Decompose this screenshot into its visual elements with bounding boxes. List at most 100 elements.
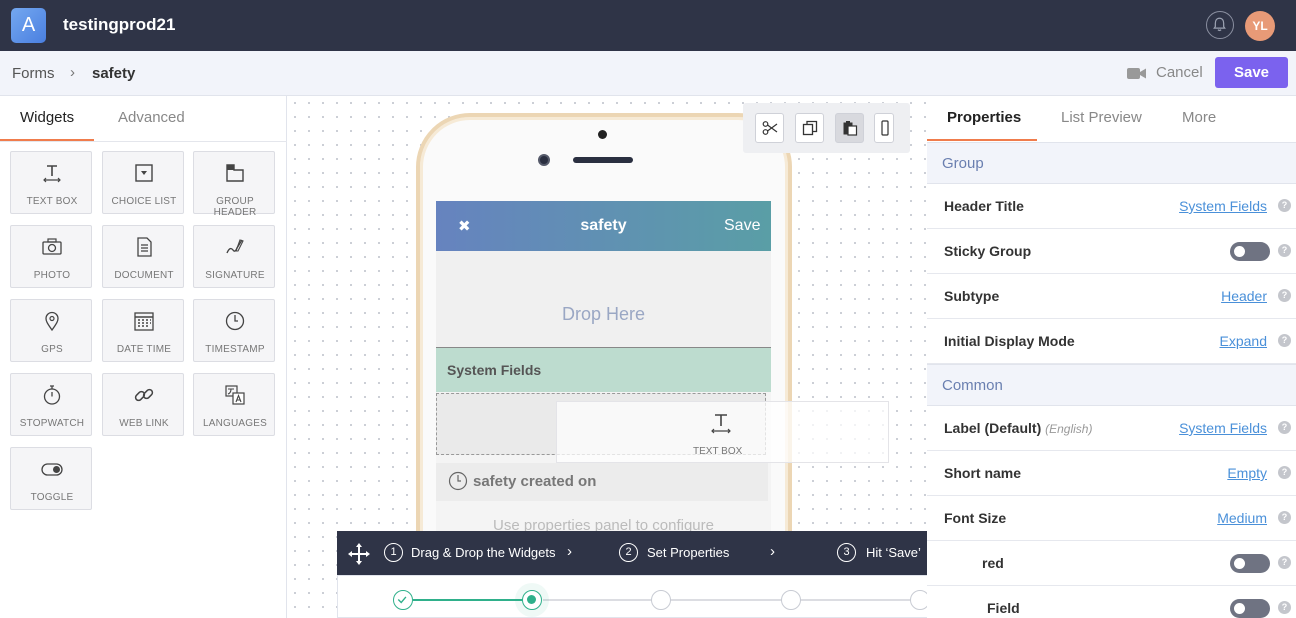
- prop-label: Sticky Group: [944, 243, 1032, 259]
- toggle-icon: [11, 458, 93, 480]
- help-icon[interactable]: ?: [1278, 289, 1291, 302]
- prop-label: Label (Default) (English): [944, 420, 1092, 436]
- field-toggle[interactable]: [1230, 599, 1270, 618]
- help-icon[interactable]: ?: [1278, 199, 1291, 212]
- properties-panel: Properties List Preview More Group Heade…: [927, 96, 1296, 618]
- tab-divider: [0, 141, 287, 142]
- calendar-icon: [103, 310, 185, 332]
- widgets-panel: Widgets Advanced TEXT BOX CHOICE LIST GR…: [0, 96, 287, 618]
- widget-timestamp[interactable]: TIMESTAMP: [193, 299, 275, 362]
- camera-icon: [11, 236, 93, 258]
- help-icon[interactable]: ?: [1278, 334, 1291, 347]
- widget-label: GROUP HEADER: [213, 196, 257, 218]
- tab-list-preview[interactable]: List Preview: [1061, 109, 1142, 126]
- phone-camera: [538, 154, 550, 166]
- widget-group-header[interactable]: GROUP HEADER: [193, 151, 275, 218]
- prop-label: Header Title: [944, 198, 1024, 214]
- save-button[interactable]: Save: [1215, 57, 1288, 88]
- form-save-button[interactable]: Save: [724, 217, 760, 235]
- progress-line-done: [413, 599, 533, 601]
- prop-label: Short name: [944, 465, 1022, 481]
- prop-header-title: Header Title System Fields ?: [927, 184, 1296, 229]
- drop-zone[interactable]: Drop Here: [436, 251, 771, 348]
- copy-button[interactable]: [795, 113, 824, 143]
- widget-photo[interactable]: PHOTO: [10, 225, 92, 288]
- cut-button[interactable]: [755, 113, 784, 143]
- clock-icon: [194, 310, 276, 332]
- chevron-right-icon: ›: [567, 543, 572, 560]
- breadcrumb-separator: ›: [70, 64, 75, 81]
- widget-date-time[interactable]: DATE TIME: [102, 299, 184, 362]
- notification-bell-icon[interactable]: [1206, 11, 1234, 39]
- subtype-value[interactable]: Header: [1221, 288, 1267, 304]
- help-icon[interactable]: ?: [1278, 244, 1291, 257]
- help-icon[interactable]: ?: [1278, 601, 1291, 614]
- step-1-label: Drag & Drop the Widgets: [411, 545, 556, 560]
- active-tab-indicator: [927, 139, 1037, 141]
- progress-step-1[interactable]: [393, 590, 413, 610]
- video-camera-icon[interactable]: [1127, 67, 1147, 80]
- display-mode-value[interactable]: Expand: [1220, 333, 1267, 349]
- cancel-button[interactable]: Cancel: [1156, 64, 1203, 81]
- device-preview-button[interactable]: [874, 113, 894, 143]
- widget-stopwatch[interactable]: STOPWATCH: [10, 373, 92, 436]
- widget-gps[interactable]: GPS: [10, 299, 92, 362]
- breadcrumb-current: safety: [92, 65, 136, 82]
- user-avatar[interactable]: YL: [1245, 11, 1275, 41]
- prop-label: Subtype: [944, 288, 1000, 304]
- link-icon: [103, 384, 185, 406]
- step-3-label: Hit ‘Save’: [866, 545, 921, 560]
- progress-step-2[interactable]: [522, 590, 542, 610]
- step-2-number: 2: [619, 543, 638, 562]
- field-created-on[interactable]: safety created on: [436, 463, 768, 501]
- widget-label: DATE TIME: [116, 344, 172, 355]
- widget-choice-list[interactable]: CHOICE LIST: [102, 151, 184, 214]
- widget-signature[interactable]: SIGNATURE: [193, 225, 275, 288]
- prop-label: red: [982, 555, 1004, 571]
- header-title-value[interactable]: System Fields: [1179, 198, 1267, 214]
- font-size-value[interactable]: Medium: [1217, 510, 1267, 526]
- breadcrumb-bar: Forms › safety Cancel Save: [0, 51, 1296, 96]
- widget-label: SIGNATURE: [205, 270, 265, 281]
- short-name-value[interactable]: Empty: [1227, 465, 1267, 481]
- tab-properties[interactable]: Properties: [947, 109, 1021, 126]
- widget-label: PHOTO: [33, 270, 71, 281]
- tab-more[interactable]: More: [1182, 109, 1216, 126]
- prop-field: Field ?: [927, 586, 1296, 618]
- prop-label-default: Label (Default) (English) System Fields …: [927, 406, 1296, 451]
- paste-button[interactable]: [835, 113, 864, 143]
- progress-step-3[interactable]: [651, 590, 671, 610]
- help-icon[interactable]: ?: [1278, 556, 1291, 569]
- tab-advanced[interactable]: Advanced: [118, 109, 185, 126]
- breadcrumb-forms[interactable]: Forms: [12, 65, 55, 82]
- required-toggle[interactable]: [1230, 554, 1270, 573]
- help-icon[interactable]: ?: [1278, 511, 1291, 524]
- move-icon[interactable]: [347, 542, 371, 566]
- section-common: Common: [927, 364, 1296, 406]
- prop-subtype: Subtype Header ?: [927, 274, 1296, 319]
- edit-toolbar: [743, 103, 910, 153]
- help-icon[interactable]: ?: [1278, 466, 1291, 479]
- location-pin-icon: [11, 310, 93, 332]
- prop-font-size: Font Size Medium ?: [927, 496, 1296, 541]
- phone-speaker: [573, 157, 633, 163]
- widget-languages[interactable]: LANGUAGES: [193, 373, 275, 436]
- progress-step-4[interactable]: [781, 590, 801, 610]
- prop-required: red ?: [927, 541, 1296, 586]
- widget-document[interactable]: DOCUMENT: [102, 225, 184, 288]
- tab-widgets[interactable]: Widgets: [20, 109, 74, 126]
- app-logo[interactable]: A: [11, 8, 46, 43]
- widget-web-link[interactable]: WEB LINK: [102, 373, 184, 436]
- help-icon[interactable]: ?: [1278, 421, 1291, 434]
- label-default-value[interactable]: System Fields: [1179, 420, 1267, 436]
- group-system-fields[interactable]: System Fields: [436, 348, 771, 392]
- sticky-group-toggle[interactable]: [1230, 242, 1270, 261]
- widget-text-box[interactable]: TEXT BOX: [10, 151, 92, 214]
- widget-label: GPS: [41, 344, 63, 355]
- dragging-widget-text-box[interactable]: TEXT BOX: [556, 401, 889, 463]
- widget-label: DOCUMENT: [114, 270, 174, 281]
- prop-short-name: Short name Empty ?: [927, 451, 1296, 496]
- copy-icon: [802, 120, 818, 136]
- text-box-icon: [11, 162, 93, 184]
- widget-toggle[interactable]: TOGGLE: [10, 447, 92, 510]
